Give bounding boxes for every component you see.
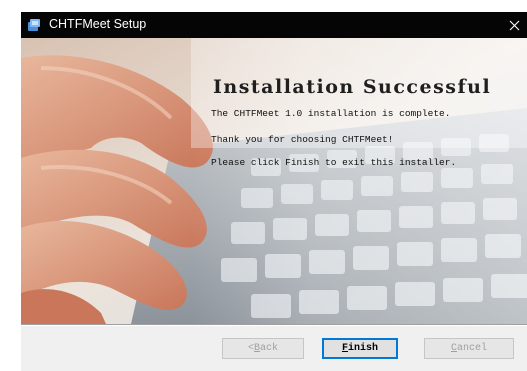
finish-button-rest: inish: [348, 343, 379, 354]
window-title: CHTFMeet Setup: [49, 17, 147, 31]
setup-dialog: CHTFMeet Setup Installation Successful T…: [21, 12, 527, 371]
back-button[interactable]: < Back: [222, 338, 304, 359]
message-line-1: The CHTFMeet 1.0 installation is complet…: [211, 108, 451, 119]
heading: Installation Successful: [213, 76, 492, 98]
title-bar[interactable]: CHTFMeet Setup: [21, 12, 527, 38]
setup-package-icon: [28, 19, 40, 31]
wizard-banner: Installation Successful The CHTFMeet 1.0…: [21, 38, 527, 324]
message-line-3: Please click Finish to exit this install…: [211, 157, 457, 168]
back-button-rest: ack: [260, 343, 279, 354]
finish-button[interactable]: Finish: [322, 338, 398, 359]
message-line-2: Thank you for choosing CHTFMeet!: [211, 134, 394, 145]
cancel-button-rest: ancel: [457, 343, 488, 354]
close-button[interactable]: [501, 12, 527, 38]
cancel-button[interactable]: Cancel: [424, 338, 514, 359]
footer-divider: [21, 324, 527, 326]
close-icon: [509, 20, 519, 30]
